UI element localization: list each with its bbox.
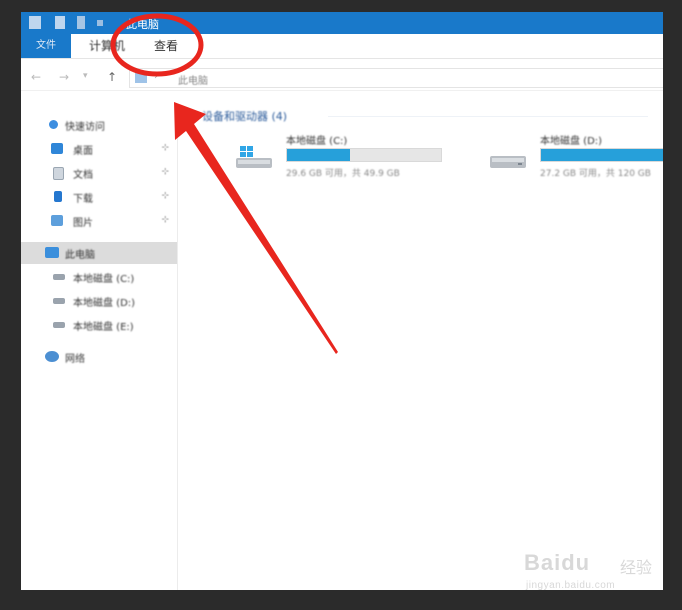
sidebar-item-label: 文档 [73, 170, 93, 181]
drive-free-space: 27.2 GB 可用，共 120 GB [540, 169, 651, 179]
drive-icon [53, 274, 65, 280]
star-icon [49, 120, 58, 129]
sidebar-item-drive-c[interactable]: 本地磁盘 (C:) [21, 266, 177, 288]
downloads-folder-icon [54, 191, 62, 202]
sidebar-item-label: 下载 [73, 194, 93, 205]
file-explorer-window: 此电脑 文件 计算机 查看 ← → ▾ ↑ › 此电脑 快速访问 桌面 ⊹ 文档… [21, 12, 663, 590]
tab-computer[interactable]: 计算机 [89, 34, 125, 58]
sidebar-item-network[interactable]: 网络 [21, 346, 177, 368]
sidebar-item-downloads[interactable]: 下载 ⊹ [21, 186, 177, 208]
computer-icon [45, 247, 59, 258]
drive-icon [53, 298, 65, 304]
documents-folder-icon [53, 167, 64, 180]
pin-icon[interactable]: ⊹ [161, 167, 169, 177]
windows-drive-icon [236, 146, 272, 168]
undo-icon[interactable] [77, 16, 85, 29]
folder-icon[interactable] [55, 16, 65, 29]
sidebar-item-label: 本地磁盘 (C:) [73, 274, 135, 285]
sidebar-item-drive-d[interactable]: 本地磁盘 (D:) [21, 290, 177, 312]
sidebar-item-pictures[interactable]: 图片 ⊹ [21, 210, 177, 232]
dropdown-icon[interactable] [97, 20, 103, 26]
content-pane: 设备和驱动器 (4) 本地磁盘 (C:) 29.6 GB 可用，共 49.9 G… [178, 104, 663, 590]
monitor-icon [135, 72, 147, 83]
watermark: Baidu 经验 jingyan.baidu.com [524, 548, 654, 598]
window-title: 此电脑 [126, 18, 159, 31]
section-title[interactable]: 设备和驱动器 (4) [202, 108, 287, 124]
drive-usage-fill [287, 149, 351, 161]
drive-usage-bar [286, 148, 442, 162]
forward-button[interactable]: → [59, 70, 69, 84]
address-input[interactable]: › 此电脑 [129, 68, 663, 88]
up-button[interactable]: ↑ [107, 70, 117, 84]
drive-usage-fill [541, 149, 663, 161]
pictures-folder-icon [51, 215, 63, 226]
sidebar-item-desktop[interactable]: 桌面 ⊹ [21, 138, 177, 160]
sidebar-item-label: 桌面 [73, 146, 93, 157]
watermark-logo: Baidu [524, 550, 591, 575]
sidebar-item-label: 图片 [73, 218, 93, 229]
sidebar-item-label: 网络 [65, 354, 85, 365]
section-divider [328, 116, 648, 117]
address-bar: ← → ▾ ↑ › 此电脑 [21, 64, 663, 91]
recent-locations-button[interactable]: ▾ [83, 71, 88, 81]
sidebar-item-drive-e[interactable]: 本地磁盘 (E:) [21, 314, 177, 336]
pin-icon[interactable]: ⊹ [161, 215, 169, 225]
drive-c-tile[interactable]: 本地磁盘 (C:) 29.6 GB 可用，共 49.9 GB [234, 132, 484, 192]
drive-d-tile[interactable]: 本地磁盘 (D:) 27.2 GB 可用，共 120 GB [488, 132, 663, 192]
drive-usage-bar [540, 148, 663, 162]
sidebar-item-label: 此电脑 [65, 250, 95, 261]
watermark-subtitle: 经验 [620, 560, 653, 577]
pin-icon[interactable]: ⊹ [161, 191, 169, 201]
navigation-pane: 快速访问 桌面 ⊹ 文档 ⊹ 下载 ⊹ 图片 ⊹ 此电脑 本地磁盘 (C:) 本… [21, 104, 178, 590]
save-icon[interactable] [29, 16, 41, 29]
drive-icon [53, 322, 65, 328]
path-separator: › [154, 71, 158, 82]
title-bar: 此电脑 [21, 12, 663, 34]
network-icon [45, 351, 59, 362]
pin-icon[interactable]: ⊹ [161, 143, 169, 153]
tab-view[interactable]: 查看 [154, 34, 178, 58]
address-path: 此电脑 [178, 76, 208, 87]
sidebar-item-label: 本地磁盘 (D:) [73, 298, 136, 309]
back-button[interactable]: ← [31, 70, 41, 84]
sidebar-item-label: 本地磁盘 (E:) [73, 322, 134, 333]
desktop-folder-icon [51, 143, 63, 154]
ribbon-tabs: 文件 计算机 查看 [21, 34, 663, 59]
drive-free-space: 29.6 GB 可用，共 49.9 GB [286, 169, 400, 179]
sidebar-item-documents[interactable]: 文档 ⊹ [21, 162, 177, 184]
drive-name: 本地磁盘 (C:) [286, 136, 348, 147]
tab-file[interactable]: 文件 [21, 34, 71, 58]
watermark-url: jingyan.baidu.com [526, 580, 616, 591]
drive-name: 本地磁盘 (D:) [540, 136, 603, 147]
sidebar-item-quick-access[interactable]: 快速访问 [21, 114, 177, 136]
sidebar-item-this-pc[interactable]: 此电脑 [21, 242, 177, 264]
drive-icon [490, 156, 526, 168]
sidebar-item-label: 快速访问 [65, 122, 105, 133]
